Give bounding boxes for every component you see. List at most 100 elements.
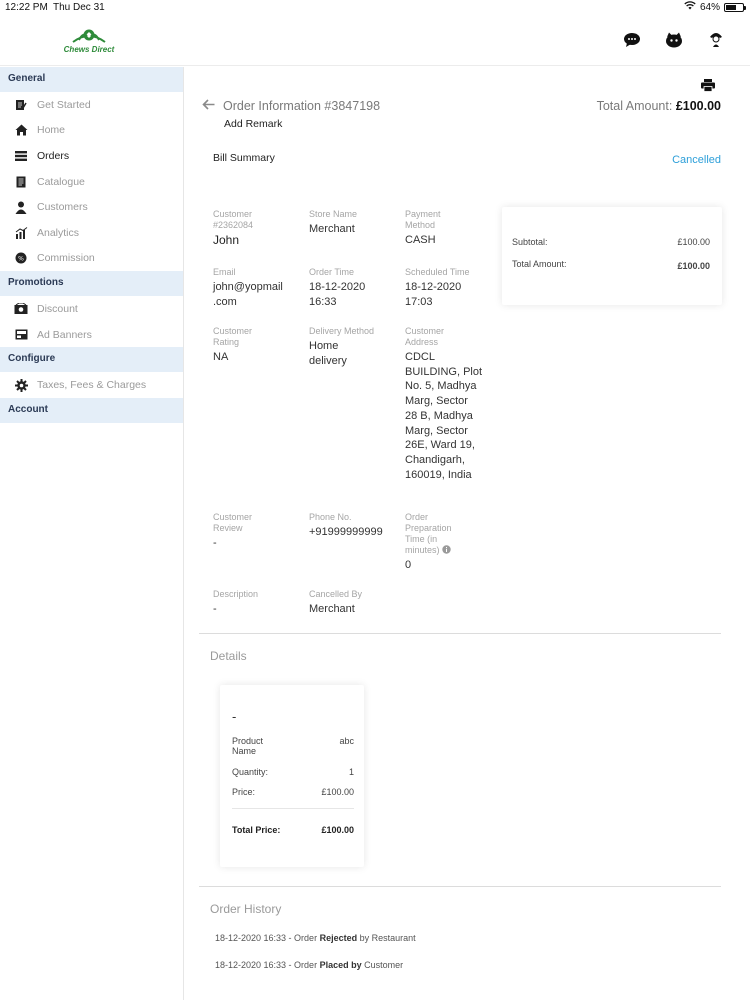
cancelled-by-field: Cancelled By Merchant: [309, 589, 397, 617]
profile-icon[interactable]: [664, 30, 684, 50]
summary-total-label: Total Amount:: [512, 259, 567, 269]
field-label: Customer Rating: [213, 326, 253, 347]
sidebar-item-label: Taxes, Fees & Charges: [37, 379, 147, 392]
sidebar-item-label: Catalogue: [37, 175, 85, 188]
divider: [199, 633, 721, 634]
sidebar-item-discount[interactable]: Discount: [0, 296, 183, 322]
orders-icon: [14, 149, 28, 163]
status-time: 12:22 PM: [5, 2, 48, 13]
scheduled-time-value: 18-12-2020 17:03: [405, 281, 462, 308]
bill-summary-card: Subtotal: £100.00 Total Amount: £100.00: [502, 207, 722, 305]
sidebar-section-account[interactable]: Account: [0, 397, 183, 423]
info-icon[interactable]: [442, 545, 451, 555]
history-entry-time: 18-12-2020 16:33 - Order: [215, 960, 320, 970]
product-name-label: Product Name: [232, 736, 264, 756]
sidebar-section-promotions[interactable]: Promotions: [0, 271, 183, 297]
delivery-field: Delivery Method Home delivery: [309, 326, 389, 368]
field-label: Customer Address: [405, 326, 445, 347]
sidebar-section-general[interactable]: General: [0, 67, 183, 92]
phone-field: Phone No. +91999999999: [309, 512, 385, 540]
battery-icon: [724, 2, 746, 12]
rating-value: NA: [213, 351, 229, 363]
details-heading: Details: [210, 649, 247, 663]
description-value: -: [213, 603, 217, 615]
status-date: Thu Dec 31: [53, 2, 105, 13]
sidebar-item-taxes[interactable]: Taxes, Fees & Charges: [0, 372, 183, 398]
product-card: - Product Name abc Quantity: 1 Price: £1…: [220, 685, 364, 867]
history-entry: 18-12-2020 16:33 - Order Placed by Custo…: [215, 960, 403, 970]
summary-total-value: £100.00: [677, 261, 710, 271]
field-label: Payment Method: [405, 209, 441, 230]
customer-name: John: [213, 233, 240, 247]
payment-method: CASH: [405, 234, 436, 246]
sidebar-item-label: Orders: [37, 149, 70, 162]
sidebar-item-commission[interactable]: % Commission: [0, 246, 183, 272]
summary-total-row: Total Amount: £100.00: [512, 259, 710, 271]
top-bar: Chews Direct: [0, 16, 750, 66]
customers-icon: [14, 200, 28, 214]
sidebar-item-label: Home: [37, 124, 66, 137]
subtotal-value: £100.00: [677, 237, 710, 247]
add-remark-button[interactable]: Add Remark: [224, 118, 282, 130]
history-entry-action: Placed by: [319, 960, 362, 970]
price-value: £100.00: [321, 787, 354, 797]
sidebar-item-label: Analytics: [37, 226, 80, 239]
subtotal-row: Subtotal: £100.00: [512, 237, 710, 247]
price-row: Price: £100.00: [232, 787, 354, 797]
order-detail-panel: Order Information #3847198 Total Amount:…: [199, 67, 722, 1000]
bill-summary-heading: Bill Summary: [213, 152, 275, 164]
sidebar-item-customers[interactable]: Customers: [0, 194, 183, 220]
review-field: Customer Review -: [213, 512, 301, 551]
battery-percent: 64%: [699, 1, 720, 13]
sidebar-item-label: Ad Banners: [37, 328, 92, 341]
address-value: CDCL BUILDING, Plot No. 5, Madhya Marg, …: [405, 351, 483, 481]
field-label: Email: [213, 267, 236, 277]
field-label-wrap: Order Preparation Time (in minutes): [405, 512, 465, 556]
field-label: Delivery Method: [309, 326, 375, 336]
sidebar-item-home[interactable]: Home: [0, 118, 183, 144]
quantity-label: Quantity:: [232, 767, 269, 777]
field-label: Customer #2362084: [213, 209, 254, 230]
support-chat-icon[interactable]: [622, 30, 642, 50]
field-label: Phone No.: [309, 512, 352, 522]
header-actions: [622, 30, 726, 50]
print-icon[interactable]: [701, 79, 715, 97]
ad-banners-icon: [14, 328, 28, 342]
history-entry: 18-12-2020 16:33 - Order Rejected by Res…: [215, 933, 416, 943]
sidebar-item-catalogue[interactable]: Catalogue: [0, 169, 183, 195]
quantity-row: Quantity: 1: [232, 767, 354, 777]
subtotal-label: Subtotal:: [512, 237, 548, 247]
wifi-icon: [684, 1, 696, 13]
field-label: Cancelled By: [309, 589, 363, 599]
field-label: Description: [213, 589, 259, 599]
rating-field: Customer Rating NA: [213, 326, 301, 365]
order-title: Order Information #3847198: [223, 99, 381, 113]
sidebar-item-ad-banners[interactable]: Ad Banners: [0, 322, 183, 348]
history-entry-by: Customer: [361, 960, 404, 970]
review-value: -: [213, 537, 217, 549]
brand-logo-mark: [72, 29, 106, 43]
battery-level: [726, 4, 737, 10]
back-arrow-icon[interactable]: [202, 97, 215, 115]
order-total-label: Total Amount:: [596, 99, 673, 113]
brand-name: Chews Direct: [63, 45, 115, 54]
sidebar-item-get-started[interactable]: Get Started: [0, 92, 183, 118]
sidebar-item-orders[interactable]: Orders: [0, 143, 183, 169]
history-entry-by: by Restaurant: [357, 933, 416, 943]
user-avatar-icon[interactable]: [706, 30, 726, 50]
sidebar-item-label: Customers: [37, 201, 88, 214]
sidebar-item-analytics[interactable]: Analytics: [0, 220, 183, 246]
field-label: Order Time: [309, 267, 355, 277]
address-field: Customer Address CDCL BUILDING, Plot No.…: [405, 326, 483, 482]
store-name: Merchant: [309, 223, 355, 235]
email-value: john@yopmail .com: [213, 281, 283, 308]
brand-logo[interactable]: Chews Direct: [58, 26, 120, 60]
product-name-value: abc: [339, 736, 354, 746]
history-entry-time: 18-12-2020 16:33 - Order: [215, 933, 320, 943]
product-name-row: Product Name abc: [232, 736, 354, 756]
prep-time-field: Order Preparation Time (in minutes) 0: [405, 512, 465, 573]
delivery-value: Home delivery: [309, 340, 347, 367]
sidebar-item-label: Get Started: [37, 98, 91, 111]
sidebar-section-configure[interactable]: Configure: [0, 347, 183, 373]
phone-value: +91999999999: [309, 526, 383, 538]
